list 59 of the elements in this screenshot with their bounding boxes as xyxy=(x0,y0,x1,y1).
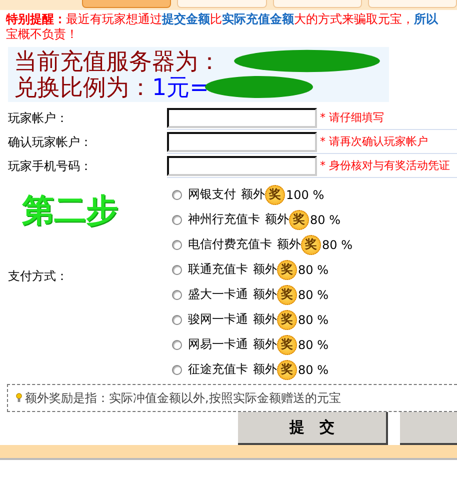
extra-label: 额外 xyxy=(277,236,301,253)
radio-button[interactable] xyxy=(172,190,182,200)
field-hint: * 请仔细填写 xyxy=(320,110,384,125)
radio-button[interactable] xyxy=(172,364,182,374)
ratio-value: 1元= xyxy=(152,74,209,102)
reward-badge: 奖 xyxy=(277,334,297,354)
reward-badge: 奖 xyxy=(277,360,297,380)
reward-badge: 奖 xyxy=(301,234,321,254)
field-label: 玩家帐户： xyxy=(7,110,69,126)
note-text: 额外奖励是指：实际冲值金额以外,按照实际金额赠送的元宝 xyxy=(25,390,341,406)
extra-label: 额外 xyxy=(241,186,265,203)
extra-label: 额外 xyxy=(253,286,277,303)
extra-label: 额外 xyxy=(253,361,277,378)
option-label: 盛大一卡通 xyxy=(188,286,248,303)
button[interactable] xyxy=(400,412,457,445)
option-label: 神州行充值卡 xyxy=(188,211,260,228)
input-field[interactable] xyxy=(167,132,317,152)
reward-badge: 奖 xyxy=(277,284,297,304)
radio-button[interactable] xyxy=(172,314,182,324)
option-label: 电信付费充值卡 xyxy=(188,236,272,253)
field-label: 确认玩家帐户： xyxy=(7,134,93,150)
input-field[interactable] xyxy=(167,156,317,176)
bonus-rate: 80 % xyxy=(298,288,328,302)
reward-badge: 奖 xyxy=(277,310,297,330)
option-label: 网易一卡通 xyxy=(188,336,248,353)
radio-button[interactable] xyxy=(172,214,182,224)
input-field[interactable] xyxy=(167,108,317,128)
radio-button[interactable] xyxy=(172,240,182,250)
reward-badge: 奖 xyxy=(289,210,309,230)
radio-button[interactable] xyxy=(172,290,182,300)
payment-label: 支付方式： xyxy=(8,268,68,285)
option-label: 骏网一卡通 xyxy=(188,311,248,328)
bonus-rate: 80 % xyxy=(310,212,340,226)
server-label: 当前充值服务器为： xyxy=(14,48,221,76)
extra-label: 额外 xyxy=(265,211,289,228)
step-title: 第二步 xyxy=(22,190,118,230)
lightbulb-icon xyxy=(16,393,22,403)
option-label: 网银支付 xyxy=(188,186,236,203)
radio-button[interactable] xyxy=(172,340,182,350)
extra-label: 额外 xyxy=(253,336,277,353)
option-label: 征途充值卡 xyxy=(188,361,248,378)
bonus-rate: 80 % xyxy=(298,362,328,376)
bonus-rate: 80 % xyxy=(298,338,328,352)
field-label: 玩家手机号码： xyxy=(7,158,93,174)
ratio-label: 兑换比例为： xyxy=(14,74,152,102)
field-hint: * 身份核对与有奖活动凭证 xyxy=(320,158,450,173)
submit-button[interactable]: 提 交 xyxy=(238,412,388,445)
bonus-rate: 80 % xyxy=(298,262,328,276)
radio-button[interactable] xyxy=(172,264,182,274)
bonus-rate: 80 % xyxy=(322,238,352,252)
reward-badge: 奖 xyxy=(277,260,297,280)
reward-badge: 奖 xyxy=(265,184,285,204)
extra-label: 额外 xyxy=(253,261,277,278)
bonus-rate: 80 % xyxy=(298,312,328,326)
field-hint: * 请再次确认玩家帐户 xyxy=(320,134,428,149)
option-label: 联通充值卡 xyxy=(188,261,248,278)
extra-label: 额外 xyxy=(253,311,277,328)
bonus-rate: 100 % xyxy=(286,188,324,202)
warning-notice: 特别提醒：最近有玩家想通过提交金额比实际充值金额大的方式来骗取元宝，所以 宝概不负责！ xyxy=(4,12,440,42)
